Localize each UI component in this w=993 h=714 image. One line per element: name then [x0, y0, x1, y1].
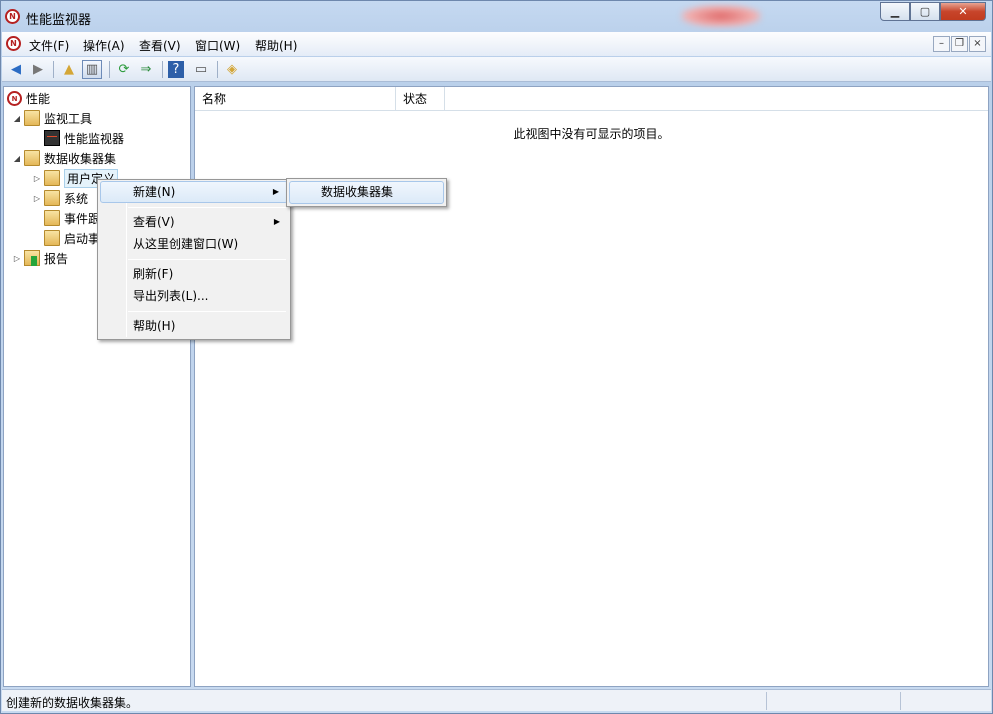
menu-bar: N 文件(F) 操作(A) 查看(V) 窗口(W) 帮助(H) – ❐ ×: [2, 32, 991, 56]
tree-item-performance[interactable]: N 性能: [7, 88, 50, 108]
menu-window[interactable]: 窗口(W): [195, 37, 240, 54]
tree-item-event-trace[interactable]: 事件跟: [44, 208, 100, 228]
title-bar[interactable]: N 性能监视器 ▁ ▢ ✕: [1, 1, 992, 31]
system-menu-icon[interactable]: N: [6, 36, 21, 51]
up-folder-icon[interactable]: ▲: [59, 60, 79, 79]
tree-item-reports[interactable]: ▷ 报告: [12, 248, 68, 268]
forward-arrow-icon[interactable]: ▶: [28, 60, 48, 79]
collapsed-arrow-icon[interactable]: ▷: [32, 174, 42, 183]
mdi-minimize-button[interactable]: –: [933, 36, 950, 52]
column-header-status[interactable]: 状态: [396, 87, 445, 111]
menu-action[interactable]: 操作(A): [83, 37, 125, 54]
context-menu-help[interactable]: 帮助(H): [100, 315, 288, 337]
tree-item-label: 事件跟: [64, 211, 101, 226]
empty-list-message: 此视图中没有可显示的项目。: [513, 127, 670, 141]
folder-collector-icon: [24, 150, 40, 166]
system-folder-icon: [44, 190, 60, 206]
expanded-arrow-icon[interactable]: ◢: [12, 114, 22, 123]
refresh-icon[interactable]: ⟳: [114, 60, 134, 79]
menu-item-label: 查看(V): [133, 215, 175, 229]
tree-item-startup-event[interactable]: 启动事: [44, 228, 100, 248]
tree-pane: N 性能 ◢ 监视工具 性能监视器 ◢ 数据收集器集 ▷ 用户定义 ▷ 系统 事…: [3, 86, 191, 687]
list-pane: 名称 状态 此视图中没有可显示的项目。: [194, 86, 989, 687]
collapsed-arrow-icon[interactable]: ▷: [12, 254, 22, 263]
toolbar: ◀ ▶ ▲ ▥ ⟳ ⇒ ? ▭ ◈: [2, 57, 991, 82]
tree-item-data-collector-sets[interactable]: ◢ 数据收集器集: [12, 148, 116, 168]
folder-icon: [44, 210, 60, 226]
menu-item-label: 新建(N): [133, 185, 176, 199]
status-bar: 创建新的数据收集器集。: [2, 689, 991, 711]
tree-item-label: 系统: [64, 191, 89, 206]
help-icon[interactable]: ?: [168, 61, 184, 78]
tree-item-performance-monitor[interactable]: 性能监视器: [44, 128, 124, 148]
tree-item-label: 数据收集器集: [44, 151, 117, 166]
tree-item-label: 监视工具: [44, 111, 93, 126]
performance-icon: N: [7, 90, 22, 106]
collapsed-arrow-icon[interactable]: ▷: [32, 194, 42, 203]
context-menu-view[interactable]: 查看(V) ▶: [100, 211, 288, 233]
tree-item-label: 性能: [26, 91, 51, 106]
maximize-button[interactable]: ▢: [910, 2, 940, 21]
minimize-button[interactable]: ▁: [880, 2, 910, 21]
back-arrow-icon[interactable]: ◀: [6, 60, 26, 79]
tree-item-monitoring-tools[interactable]: ◢ 监视工具: [12, 108, 92, 128]
submenu-arrow-icon: ▶: [273, 217, 280, 226]
report-icon: [24, 250, 40, 266]
tree-item-label: 性能监视器: [64, 131, 125, 146]
mdi-close-button[interactable]: ×: [969, 36, 986, 52]
tree-item-label: 报告: [44, 251, 69, 266]
submenu-new: 数据收集器集: [286, 178, 447, 207]
monitor-chart-icon: [44, 130, 60, 146]
context-menu-export-list[interactable]: 导出列表(L)...: [100, 285, 288, 307]
close-button[interactable]: ✕: [940, 2, 986, 21]
context-menu-new-window[interactable]: 从这里创建窗口(W): [100, 233, 288, 255]
blurred-area: [681, 5, 761, 27]
context-menu-refresh[interactable]: 刷新(F): [100, 263, 288, 285]
submenu-arrow-icon: ▶: [272, 187, 279, 196]
tree-item-label: 启动事: [64, 231, 101, 246]
expanded-arrow-icon[interactable]: ◢: [12, 154, 22, 163]
menu-view[interactable]: 查看(V): [139, 37, 181, 54]
context-menu-new[interactable]: 新建(N) ▶: [100, 181, 288, 203]
new-item-icon[interactable]: ◈: [222, 60, 242, 79]
main-window: N 性能监视器 ▁ ▢ ✕ N 文件(F) 操作(A) 查看(V) 窗口(W) …: [0, 0, 993, 714]
context-menu: 新建(N) ▶ 查看(V) ▶ 从这里创建窗口(W) 刷新(F) 导出列表(L)…: [97, 179, 291, 340]
submenu-data-collector-set[interactable]: 数据收集器集: [289, 181, 444, 204]
column-header-filler: [445, 87, 988, 111]
folder-tools-icon: [24, 110, 40, 126]
properties-icon[interactable]: ▭: [191, 60, 211, 79]
menu-help[interactable]: 帮助(H): [255, 37, 297, 54]
status-text: 创建新的数据收集器集。: [6, 696, 139, 710]
folder-icon: [44, 230, 60, 246]
user-folder-icon: [44, 170, 60, 186]
window-title: 性能监视器: [26, 13, 92, 28]
show-hide-tree-icon[interactable]: ▥: [82, 60, 102, 79]
export-list-icon[interactable]: ⇒: [136, 60, 156, 79]
menu-file[interactable]: 文件(F): [29, 37, 69, 54]
mdi-restore-button[interactable]: ❐: [951, 36, 968, 52]
performance-app-icon[interactable]: N: [5, 9, 20, 24]
column-header-name[interactable]: 名称: [195, 87, 396, 111]
tree-item-system[interactable]: ▷ 系统: [32, 188, 88, 208]
